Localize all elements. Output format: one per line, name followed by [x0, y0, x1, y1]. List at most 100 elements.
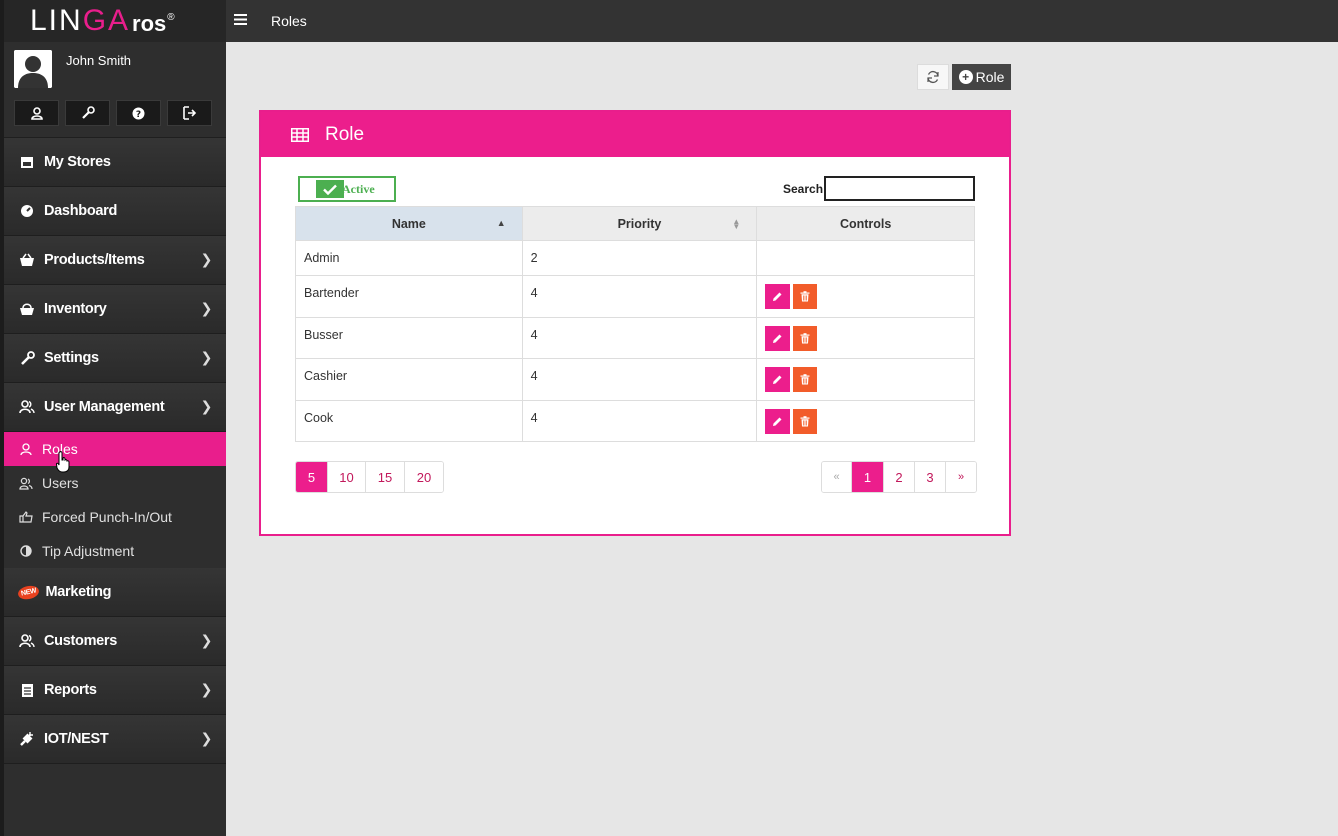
edit-button[interactable]: [765, 408, 791, 434]
page-title: Roles: [271, 13, 307, 29]
nav-user-management[interactable]: User Management ❯: [4, 383, 226, 432]
edit-button[interactable]: [765, 284, 791, 309]
table-row: Cashier 4: [295, 358, 975, 401]
sidebar-item-label: Forced Punch-In/Out: [42, 509, 172, 525]
pencil-icon: [773, 417, 782, 426]
column-header-name[interactable]: Name ▲: [295, 206, 523, 241]
nav-settings[interactable]: Settings ❯: [4, 334, 226, 383]
check-icon: [316, 180, 344, 198]
sidebar-item-forced-punch[interactable]: Forced Punch-In/Out: [4, 500, 226, 534]
nav-label: Settings: [44, 350, 99, 366]
avatar-icon: [14, 50, 52, 88]
user-outline-icon: [18, 442, 34, 456]
table-row: Bartender 4: [295, 275, 975, 318]
nav-marketing[interactable]: NEW Marketing: [4, 568, 226, 617]
cell-priority: 4: [521, 399, 758, 442]
trash-icon: [800, 332, 810, 343]
quick-actions: ?: [14, 100, 212, 126]
table-row: Busser 4: [295, 316, 975, 359]
thumbs-icon: [18, 511, 34, 523]
pagination: « 1 2 3 »: [821, 461, 977, 493]
panel-header: Role: [261, 112, 1009, 157]
hamburger-menu-icon[interactable]: [234, 12, 254, 30]
cell-name: Busser: [295, 316, 523, 359]
user-profile: John Smith ?: [4, 42, 226, 138]
pencil-icon: [773, 334, 782, 343]
help-icon: ?: [132, 107, 145, 120]
next-page-button[interactable]: »: [946, 462, 976, 492]
table-row: Admin 2: [295, 240, 975, 276]
nav-inventory[interactable]: Inventory ❯: [4, 285, 226, 334]
sidebar-item-users[interactable]: Users: [4, 466, 226, 500]
users-icon: [18, 400, 36, 414]
nav-label: Inventory: [44, 301, 107, 317]
nav-label: Reports: [44, 682, 97, 698]
chevron-right-icon: ❯: [200, 681, 213, 697]
page-button[interactable]: 3: [915, 462, 946, 492]
delete-button[interactable]: [793, 284, 818, 309]
store-icon: [18, 156, 36, 169]
nav-label: Products/Items: [44, 252, 145, 268]
table-row: Cook 4: [295, 399, 975, 442]
cell-name: Cook: [295, 399, 523, 442]
avatar[interactable]: [14, 50, 52, 88]
new-badge: NEW: [16, 583, 41, 601]
svg-text:?: ?: [136, 110, 141, 120]
nav-label: Marketing: [45, 584, 112, 600]
search-input[interactable]: [824, 176, 975, 201]
trash-icon: [800, 374, 810, 385]
chevron-right-icon: ❯: [200, 300, 213, 316]
sidebar-item-tip-adjustment[interactable]: Tip Adjustment: [4, 534, 226, 568]
page-size-selector: 5 10 15 20: [295, 461, 444, 493]
dashboard-icon: [18, 204, 36, 218]
page-size-option[interactable]: 5: [296, 462, 328, 492]
cell-controls: [756, 240, 975, 276]
logout-icon: [183, 106, 197, 120]
edit-button[interactable]: [765, 367, 791, 392]
nav-products-items[interactable]: Products/Items ❯: [4, 236, 226, 285]
delete-button[interactable]: [793, 325, 818, 351]
active-toggle[interactable]: Active: [298, 176, 396, 202]
cell-controls: [756, 399, 975, 442]
tools-button[interactable]: [65, 100, 110, 126]
delete-button[interactable]: [793, 408, 818, 434]
page-button[interactable]: 2: [884, 462, 915, 492]
page-size-option[interactable]: 20: [405, 462, 443, 492]
nav-label: IOT/NEST: [44, 731, 109, 747]
top-bar: Roles: [226, 0, 1338, 42]
nav-reports[interactable]: Reports ❯: [4, 666, 226, 715]
brand-logo[interactable]: LINGA ros ®: [4, 0, 226, 42]
page-size-option[interactable]: 10: [328, 462, 366, 492]
role-panel: Role Active Search Name ▲ Priority ▲ ▼ C…: [259, 110, 1011, 536]
refresh-button[interactable]: [917, 64, 949, 90]
cell-controls: [756, 358, 975, 401]
user-name: John Smith: [66, 53, 132, 68]
nav-my-stores[interactable]: My Stores: [4, 138, 226, 187]
page-button[interactable]: 1: [852, 462, 884, 492]
delete-button[interactable]: [793, 367, 818, 392]
column-header-priority[interactable]: Priority ▲ ▼: [521, 206, 758, 241]
nav-customers[interactable]: Customers ❯: [4, 617, 226, 666]
wrench-icon: [81, 106, 95, 119]
nav-iot-nest[interactable]: IOT/NEST ❯: [4, 715, 226, 764]
profile-button[interactable]: [14, 100, 59, 126]
chevron-right-icon: ❯: [200, 349, 213, 365]
sidebar-item-roles[interactable]: Roles: [4, 432, 226, 466]
chevron-right-icon: ❯: [200, 632, 213, 648]
cell-priority: 2: [521, 240, 758, 276]
table-header-row: Name ▲ Priority ▲ ▼ Controls: [295, 206, 975, 241]
table-grid-icon: [291, 127, 309, 142]
help-button[interactable]: ?: [116, 100, 161, 126]
edit-button[interactable]: [765, 325, 791, 351]
prev-page-button[interactable]: «: [822, 462, 852, 492]
logo-registered-mark: ®: [167, 11, 175, 23]
add-role-button[interactable]: + Role: [952, 64, 1011, 90]
sort-ascending-icon: ▲: [496, 218, 506, 228]
logout-button[interactable]: [167, 100, 212, 126]
nav-dashboard[interactable]: Dashboard: [4, 187, 226, 236]
nav-label: Dashboard: [44, 203, 118, 219]
pencil-icon: [773, 375, 782, 384]
page-size-option[interactable]: 15: [366, 462, 405, 492]
cell-priority: 4: [521, 316, 758, 359]
panel-title: Role: [325, 123, 365, 145]
